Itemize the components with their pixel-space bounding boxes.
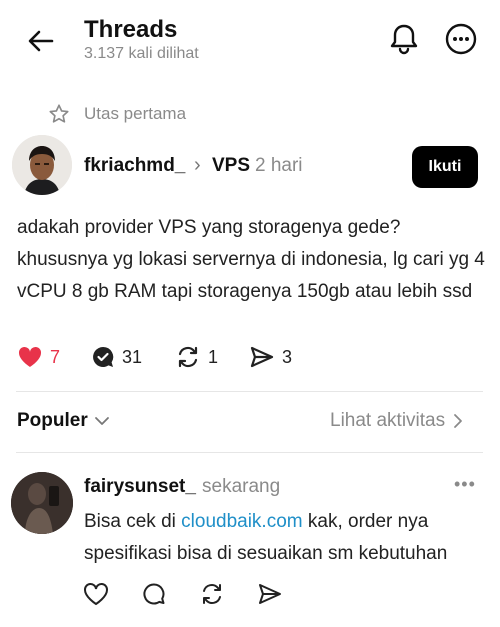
post-time: 2 hari bbox=[255, 155, 303, 176]
divider bbox=[16, 452, 483, 453]
share-icon bbox=[250, 346, 274, 368]
reply-link[interactable]: cloudbaik.com bbox=[181, 511, 302, 532]
back-button[interactable] bbox=[26, 26, 56, 56]
avatar-image bbox=[11, 472, 73, 534]
like-count: 7 bbox=[50, 346, 61, 367]
repost-icon bbox=[203, 584, 221, 604]
divider bbox=[16, 391, 483, 392]
reply-share-button[interactable] bbox=[256, 580, 284, 608]
reply-time: sekarang bbox=[202, 476, 281, 497]
thread-label-text: Utas pertama bbox=[84, 104, 187, 123]
top-bar: Threads 3.137 kali dilihat bbox=[0, 0, 500, 80]
star-icon bbox=[49, 104, 69, 123]
community-tag[interactable]: VPS bbox=[212, 155, 250, 177]
reply-more-icon[interactable]: ••• bbox=[454, 474, 482, 494]
avatar-image bbox=[12, 135, 72, 195]
reply-icon bbox=[93, 346, 114, 367]
reply-icon bbox=[143, 583, 165, 605]
share-icon bbox=[259, 584, 281, 604]
heart-icon bbox=[84, 583, 108, 606]
reply-text-before: Bisa cek di bbox=[84, 511, 182, 532]
reply-count: 31 bbox=[122, 346, 143, 367]
author-name[interactable]: fkriachmd_ bbox=[84, 155, 185, 177]
chevron-down-icon bbox=[94, 417, 109, 425]
sort-dropdown[interactable]: Populer bbox=[17, 410, 110, 432]
notification-button[interactable] bbox=[387, 22, 421, 56]
chevron-right-icon bbox=[454, 414, 463, 428]
repost-count: 1 bbox=[208, 346, 219, 367]
reply-text: Bisa cek di cloudbaik.com kak, order nya… bbox=[84, 506, 489, 570]
page-title: Threads bbox=[84, 16, 178, 43]
repost-icon bbox=[178, 346, 198, 368]
bell-icon bbox=[390, 24, 418, 55]
like-button[interactable]: 7 bbox=[17, 345, 60, 369]
chevron-right-icon: › bbox=[194, 154, 201, 176]
view-activity-link[interactable]: Lihat aktivitas bbox=[330, 410, 463, 432]
more-options-button[interactable] bbox=[444, 22, 478, 56]
reply-like-button[interactable] bbox=[82, 580, 110, 608]
heart-icon bbox=[18, 346, 42, 367]
activity-label: Lihat aktivitas bbox=[330, 410, 446, 431]
reply-repost-button[interactable] bbox=[198, 580, 226, 608]
back-arrow-icon bbox=[28, 30, 54, 52]
share-button[interactable]: 3 bbox=[249, 345, 292, 369]
first-thread-label: Utas pertama bbox=[48, 103, 186, 125]
reply-button[interactable]: 31 bbox=[91, 345, 142, 369]
author-avatar[interactable] bbox=[12, 135, 72, 195]
view-count: 3.137 kali dilihat bbox=[84, 45, 199, 62]
more-icon bbox=[445, 23, 477, 55]
repost-button[interactable]: 1 bbox=[175, 345, 218, 369]
sort-label: Populer bbox=[17, 410, 88, 431]
follow-button[interactable]: Ikuti bbox=[412, 146, 478, 188]
reply-author-avatar[interactable] bbox=[11, 472, 73, 534]
share-count: 3 bbox=[282, 346, 293, 367]
post-text: adakah provider VPS yang storagenya gede… bbox=[17, 217, 485, 302]
reply-author-name[interactable]: fairysunset_ bbox=[84, 476, 196, 498]
reply-comment-button[interactable] bbox=[140, 580, 168, 608]
